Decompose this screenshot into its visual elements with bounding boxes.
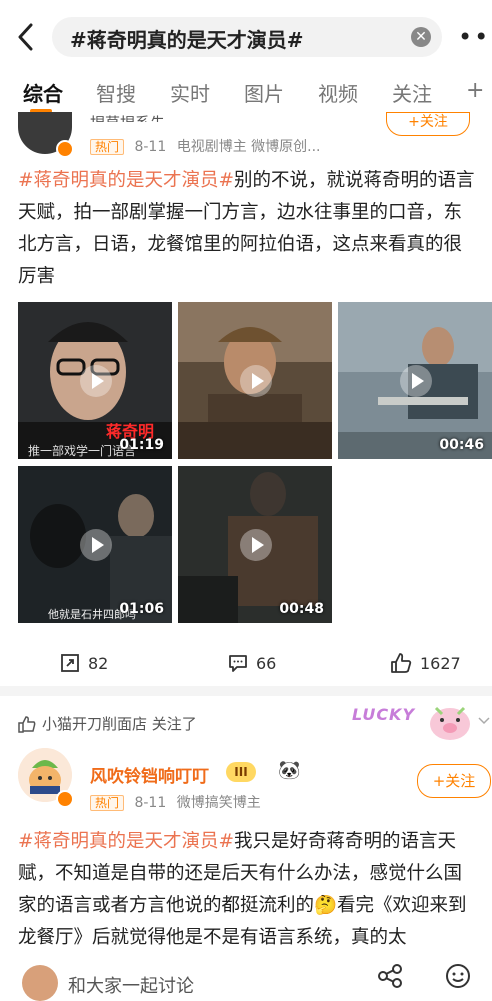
discuss-input[interactable]: 和大家一起讨论 [68, 972, 194, 998]
comment-button[interactable]: 66 [228, 650, 276, 676]
post-text: #蒋奇明真的是天才演员#我只是好奇蒋奇明的语言天赋，不知道是自带的还是后天有什么… [18, 826, 478, 954]
panda-icon: 🐼 [278, 760, 301, 781]
tab-videos[interactable]: 视频 [318, 78, 358, 107]
video-duration: 00:46 [439, 437, 484, 453]
clear-icon[interactable]: ✕ [411, 27, 431, 47]
video-duration: 01:19 [119, 437, 164, 453]
video-thumbnail[interactable]: 00:46 [338, 302, 492, 459]
more-icon[interactable]: ••• [458, 23, 492, 51]
post-meta: 热门 8-11 电视剧博主 微博原创... [90, 136, 321, 156]
thumb-up-icon [18, 715, 36, 733]
share-icon[interactable] [376, 962, 404, 996]
emoji-icon[interactable] [444, 962, 472, 996]
vip-badge: III [226, 762, 256, 782]
play-icon [240, 365, 272, 397]
post-text: #蒋奇明真的是天才演员#别的不说，就说蒋奇明的语言天赋，拍一部剧掌握一门方言，边… [18, 165, 478, 293]
like-button[interactable]: 1627 [390, 650, 461, 676]
post-date: 8-11 [134, 139, 167, 155]
verified-badge-icon [56, 140, 74, 158]
tab-comprehensive[interactable]: 综合 [23, 78, 63, 107]
follow-button[interactable]: +关注 [386, 112, 470, 136]
lucky-decoration: LUCKY [352, 705, 416, 724]
search-query[interactable]: #蒋奇明真的是天才演员# [70, 24, 304, 53]
video-thumbnail[interactable]: 他就是石井四郎吗 01:06 [18, 466, 172, 623]
video-thumbnail[interactable]: 00:48 [178, 466, 332, 623]
author-name[interactable]: 风吹铃铛响叮叮 [90, 762, 209, 787]
chevron-down-icon[interactable] [478, 716, 490, 726]
tab-smart-search[interactable]: 智搜 [96, 78, 136, 107]
tab-bar: 综合 智搜 实时 图片 视频 关注 + [0, 78, 492, 116]
video-duration: 01:06 [119, 601, 164, 617]
video-thumbnail[interactable]: 蒋奇明 推一部戏学一门语言 01:19 [18, 302, 172, 459]
play-icon [80, 365, 112, 397]
user-avatar[interactable] [22, 965, 58, 1001]
video-thumbnail[interactable] [178, 302, 332, 459]
topic-link[interactable]: #蒋奇明真的是天才演员# [18, 831, 234, 852]
tab-add-icon[interactable]: + [466, 78, 484, 103]
like-icon [391, 653, 412, 673]
followed-by-note: 小猫开刀削面店 关注了 [18, 713, 197, 734]
back-arrow-icon[interactable] [12, 20, 38, 54]
pig-sticker-icon [430, 706, 470, 740]
post-meta: 热门 8-11 微博搞笑博主 [90, 792, 261, 812]
tab-realtime[interactable]: 实时 [170, 78, 210, 107]
topic-link[interactable]: #蒋奇明真的是天才演员# [18, 170, 234, 191]
like-count: 1627 [420, 653, 461, 673]
followed-by-text: 小猫开刀削面店 关注了 [42, 715, 197, 733]
post-source: 电视剧博主 微博原创... [176, 139, 321, 155]
hot-badge: 热门 [90, 795, 125, 811]
repost-icon [61, 654, 79, 672]
verified-badge-icon [56, 790, 74, 808]
follow-button[interactable]: +关注 [417, 764, 491, 798]
comment-count: 66 [256, 653, 277, 673]
author-name[interactable]: 捏草捏系先 [90, 112, 165, 122]
post-source: 微博搞笑博主 [176, 795, 261, 811]
play-icon [240, 529, 272, 561]
tab-images[interactable]: 图片 [244, 78, 284, 107]
repost-count: 82 [88, 653, 109, 673]
video-duration: 00:48 [279, 601, 324, 617]
post-separator [0, 686, 492, 696]
post-date: 8-11 [134, 795, 167, 811]
repost-button[interactable]: 82 [60, 650, 108, 676]
play-icon [400, 365, 432, 397]
tab-following[interactable]: 关注 [392, 78, 432, 107]
hot-badge: 热门 [90, 139, 125, 155]
play-icon [80, 529, 112, 561]
comment-icon [229, 655, 247, 672]
